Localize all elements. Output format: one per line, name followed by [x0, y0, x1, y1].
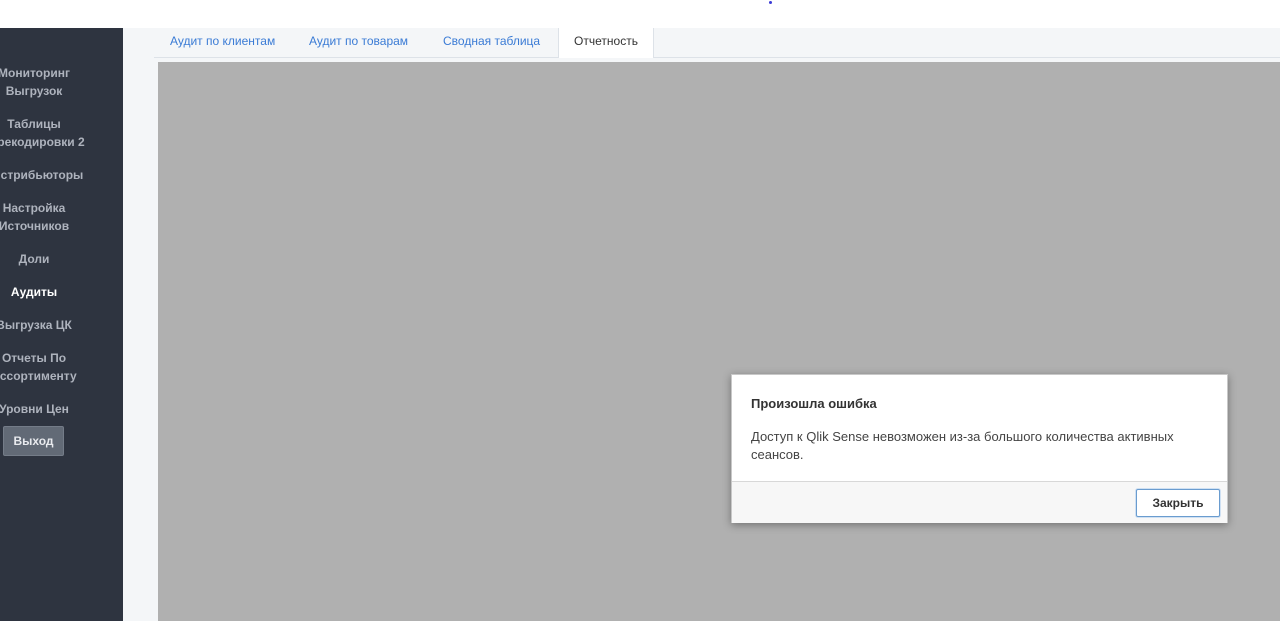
tab-product-audit[interactable]: Аудит по товарам: [309, 28, 408, 57]
dialog-title: Произошла ошибка: [751, 396, 877, 411]
sidebar-item-label: Доли: [18, 252, 50, 266]
sidebar-item-label: Аудиты: [10, 285, 58, 299]
sidebar-item-upload-monitoring[interactable]: Мониторинг Выгрузок: [0, 64, 93, 100]
sidebar-item-label: Мониторинг Выгрузок: [0, 66, 70, 98]
sidebar-item-shares[interactable]: Доли: [0, 250, 93, 268]
sidebar-item-label: Дистрибьюторы: [0, 168, 84, 182]
error-dialog: Произошла ошибка Доступ к Qlik Sense нев…: [731, 374, 1228, 523]
sidebar-item-distributors[interactable]: Дистрибьюторы: [0, 166, 93, 184]
logout-button[interactable]: Выход: [3, 426, 64, 456]
sidebar-item-label: Таблицы перекодировки 2: [0, 117, 85, 149]
tab-bar: Аудит по клиентам Аудит по товарам Сводн…: [154, 28, 1280, 58]
sidebar-item-audits[interactable]: Аудиты: [0, 283, 93, 301]
sidebar-item-assortment-reports[interactable]: Отчеты По Ассортименту: [0, 349, 93, 385]
sidebar-item-source-settings[interactable]: Настройка Источников: [0, 199, 93, 235]
sidebar-item-label: Уровни Цен: [0, 402, 69, 416]
top-dot: [769, 1, 772, 4]
sidebar: Мониторинг Выгрузок Таблицы перекодировк…: [0, 28, 123, 621]
sidebar-item-label: Выгрузка ЦК: [0, 318, 72, 332]
report-content-overlay: [158, 62, 1280, 621]
close-button[interactable]: Закрыть: [1136, 489, 1220, 517]
tab-reporting[interactable]: Отчетность: [558, 28, 654, 58]
dialog-message: Доступ к Qlik Sense невозможен из-за бол…: [751, 429, 1174, 462]
sidebar-item-label: Отчеты По Ассортименту: [0, 351, 77, 383]
sidebar-item-price-levels[interactable]: Уровни Цен: [0, 400, 93, 418]
sidebar-item-recoding-tables[interactable]: Таблицы перекодировки 2: [0, 115, 93, 151]
tab-client-audit[interactable]: Аудит по клиентам: [170, 28, 275, 57]
main-area: Аудит по клиентам Аудит по товарам Сводн…: [123, 28, 1280, 621]
sidebar-item-ck-upload[interactable]: Выгрузка ЦК: [0, 316, 93, 334]
app-window: Мониторинг Выгрузок Таблицы перекодировк…: [0, 0, 1280, 621]
dialog-footer: Закрыть: [732, 481, 1227, 523]
tab-summary-table[interactable]: Сводная таблица: [443, 28, 540, 57]
sidebar-item-label: Настройка Источников: [0, 201, 70, 233]
